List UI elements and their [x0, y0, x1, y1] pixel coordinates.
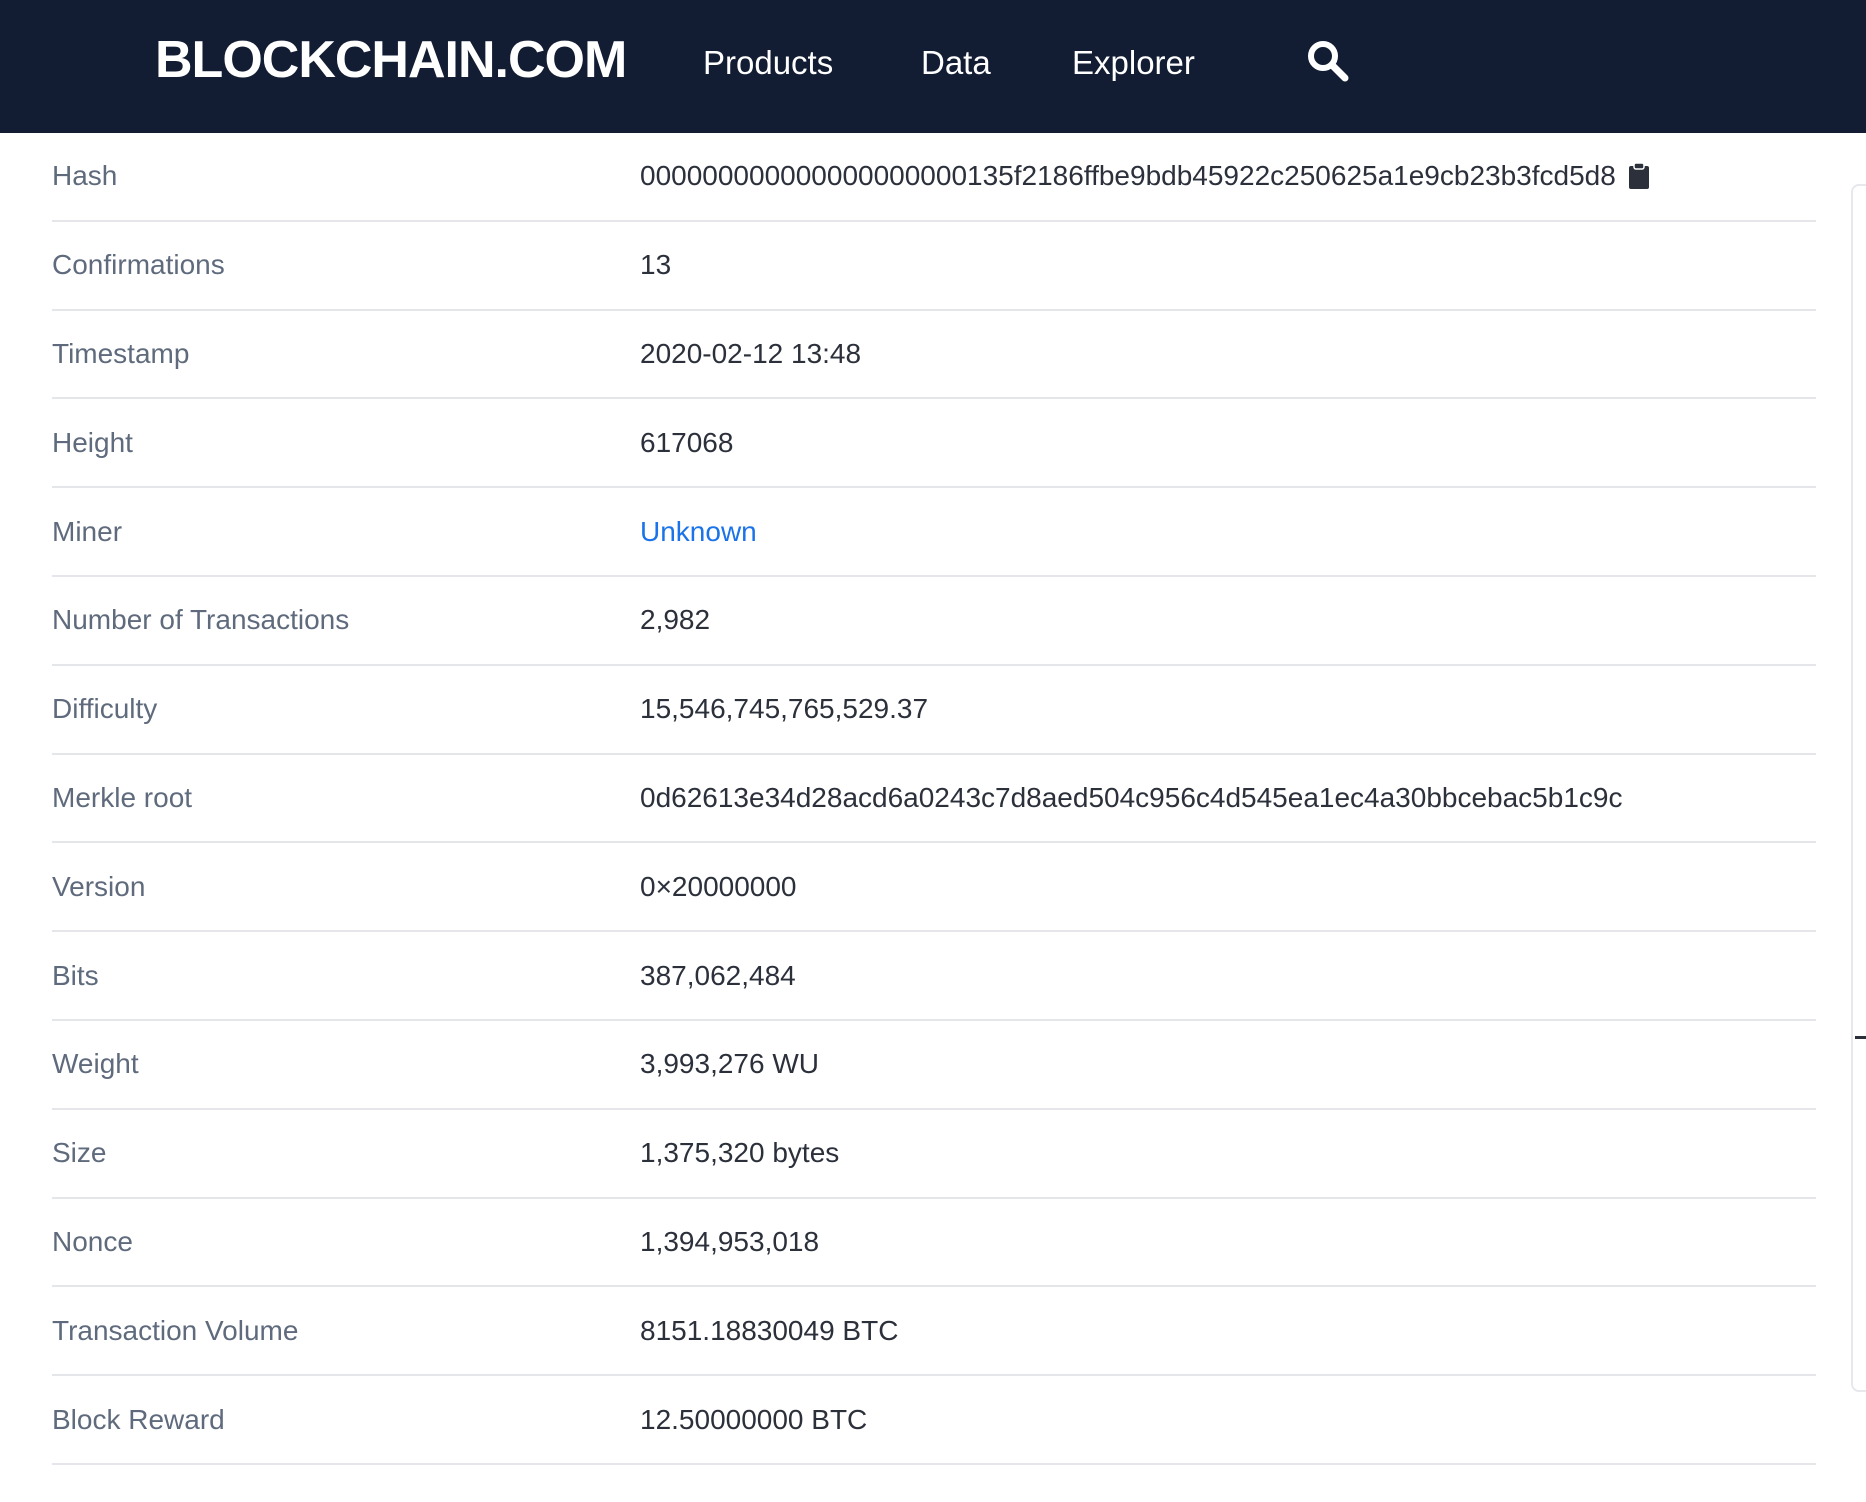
miner-label: Miner — [52, 515, 123, 547]
row-miner: Miner Unknown — [52, 488, 1816, 577]
transactions-count-value: 2,982 — [640, 604, 711, 636]
block-reward-value: 12.50000000 BTC — [640, 1403, 868, 1435]
site-logo[interactable]: BLOCKCHAIN.COM — [155, 30, 627, 90]
row-transaction-volume: Transaction Volume 8151.18830049 BTC — [52, 1287, 1816, 1377]
timestamp-label: Timestamp — [52, 337, 190, 369]
row-merkle-root: Merkle root 0d62613e34d28acd6a0243c7d8ae… — [52, 755, 1816, 844]
row-weight: Weight 3,993,276 WU — [52, 1021, 1816, 1110]
row-block-reward: Block Reward 12.50000000 BTC — [52, 1376, 1816, 1465]
confirmations-label: Confirmations — [52, 249, 225, 281]
copy-clipboard-icon[interactable] — [1628, 162, 1650, 190]
merkle-root-label: Merkle root — [52, 781, 193, 813]
side-panel-edge — [1851, 184, 1866, 1392]
hash-text: 000000000000000000000135f2186ffbe9bdb459… — [640, 160, 1616, 192]
row-number-of-transactions: Number of Transactions 2,982 — [52, 577, 1816, 666]
difficulty-label: Difficulty — [52, 693, 158, 725]
bits-value: 387,062,484 — [640, 959, 796, 991]
difficulty-value: 15,546,745,765,529.37 — [640, 693, 929, 725]
row-size: Size 1,375,320 bytes — [52, 1110, 1816, 1199]
weight-label: Weight — [52, 1048, 139, 1080]
hash-label: Hash — [52, 160, 118, 192]
weight-value: 3,993,276 WU — [640, 1048, 819, 1080]
side-panel-marker — [1855, 1036, 1866, 1039]
nav-data[interactable]: Data — [921, 42, 991, 84]
nonce-value: 1,394,953,018 — [640, 1225, 820, 1257]
size-value: 1,375,320 bytes — [640, 1137, 840, 1169]
search-icon[interactable] — [1305, 38, 1351, 84]
row-confirmations: Confirmations 13 — [52, 222, 1816, 311]
nav-explorer[interactable]: Explorer — [1072, 42, 1195, 84]
row-height: Height 617068 — [52, 399, 1816, 489]
version-value: 0×20000000 — [640, 870, 797, 902]
merkle-root-value: 0d62613e34d28acd6a0243c7d8aed504c956c4d5… — [640, 781, 1623, 813]
confirmations-value: 13 — [640, 249, 672, 281]
row-difficulty: Difficulty 15,546,745,765,529.37 — [52, 666, 1816, 755]
size-label: Size — [52, 1137, 107, 1169]
row-hash: Hash 000000000000000000000135f2186ffbe9b… — [52, 133, 1816, 222]
bits-label: Bits — [52, 959, 99, 991]
block-details-table: Hash 000000000000000000000135f2186ffbe9b… — [52, 133, 1816, 1465]
transaction-volume-label: Transaction Volume — [52, 1314, 299, 1346]
miner-link[interactable]: Unknown — [640, 488, 757, 575]
version-label: Version — [52, 870, 146, 902]
row-bits: Bits 387,062,484 — [52, 932, 1816, 1021]
block-reward-label: Block Reward — [52, 1403, 225, 1435]
row-timestamp: Timestamp 2020-02-12 13:48 — [52, 311, 1816, 400]
nonce-label: Nonce — [52, 1225, 133, 1257]
timestamp-value: 2020-02-12 13:48 — [640, 337, 862, 369]
row-version: Version 0×20000000 — [52, 843, 1816, 933]
row-nonce: Nonce 1,394,953,018 — [52, 1199, 1816, 1288]
nav-products[interactable]: Products — [703, 42, 833, 84]
transaction-volume-value: 8151.18830049 BTC — [640, 1314, 899, 1346]
top-navigation-bar: BLOCKCHAIN.COM Products Data Explorer — [0, 0, 1866, 133]
height-value: 617068 — [640, 426, 734, 458]
transactions-count-label: Number of Transactions — [52, 604, 350, 636]
hash-value: 000000000000000000000135f2186ffbe9bdb459… — [640, 133, 1650, 220]
height-label: Height — [52, 426, 133, 458]
